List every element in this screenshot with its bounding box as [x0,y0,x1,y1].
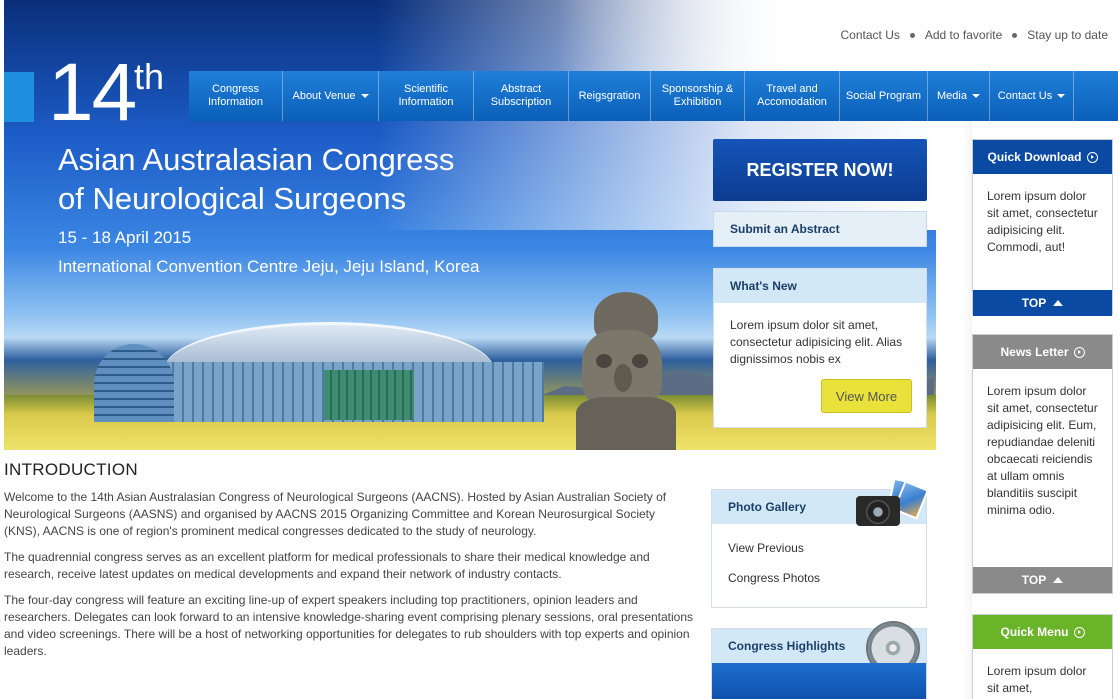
edition-suffix: th [134,56,165,97]
add-to-favorite-link[interactable]: Add to favorite [925,28,1002,42]
highlights-video-thumbnail[interactable] [712,663,926,699]
quick-download-text: Lorem ipsum dolor sit amet, consectetur … [987,189,1098,254]
quick-download-top-button[interactable]: TOP [973,290,1112,316]
arrow-circle-icon [1086,151,1098,163]
congress-highlights-title: Congress Highlights [712,621,926,675]
whats-new-panel: What's New Lorem ipsum dolor sit amet, c… [713,268,927,428]
quick-download-header[interactable]: Quick Download [973,140,1112,174]
nav-sponsorship-exhibition[interactable]: Sponsorship & Exhibition [651,71,745,121]
separator-dot [909,32,915,38]
news-letter-top-button[interactable]: TOP [973,567,1112,593]
congress-date: 15 - 18 April 2015 [58,228,192,247]
camera-icon [854,477,930,528]
congress-photos-link[interactable]: Congress Photos [728,570,910,587]
edition-number: 14 [48,47,137,138]
dol-hareubang-statue-image [576,292,676,450]
register-now-button[interactable]: REGISTER NOW! [713,139,927,201]
top-links: Contact Us Add to favorite Stay up to da… [841,28,1108,42]
chevron-down-icon [1057,94,1066,98]
congress-venue: International Convention Centre Jeju, Je… [58,257,480,276]
nav-travel-accomodation[interactable]: Travel and Accomodation [745,71,840,121]
chevron-up-icon [1053,300,1064,306]
nav-scientific-information[interactable]: Scientific Information [379,71,474,121]
nav-about-venue[interactable]: About Venue [283,71,379,121]
arrow-circle-icon [1073,346,1085,358]
view-previous-link[interactable]: View Previous [728,540,910,557]
contact-us-link[interactable]: Contact Us [841,28,900,42]
nav-media[interactable]: Media [928,71,990,121]
view-more-button[interactable]: View More [821,379,912,413]
quick-menu-box: Quick Menu Lorem ipsum dolor sit amet, [972,614,1113,699]
stay-up-to-date-link[interactable]: Stay up to date [1027,28,1108,42]
whats-new-title: What's New [714,269,926,303]
intro-paragraph: Welcome to the 14th Asian Australasian C… [4,490,667,538]
congress-highlights-panel: Congress Highlights [711,621,927,699]
nav-social-program[interactable]: Social Program [840,71,928,121]
introduction-text: Welcome to the 14th Asian Australasian C… [4,489,694,669]
sidebar-shade [962,120,972,699]
photo-gallery-panel: Photo Gallery View Previous Congress Pho… [711,477,930,608]
news-letter-box: News Letter Lorem ipsum dolor sit amet, … [972,334,1113,594]
photo-gallery-title: Photo Gallery [712,477,930,526]
intro-paragraph: The quadrennial congress serves as an ex… [4,550,650,581]
separator-dot [1012,32,1018,38]
arrow-circle-icon [1073,626,1085,638]
chevron-up-icon [1053,577,1064,583]
quick-menu-text: Lorem ipsum dolor sit amet, [987,664,1087,695]
accent-bar [4,72,34,122]
nav-contact-us[interactable]: Contact Us [990,71,1074,121]
main-nav: Congress Information About Venue Scientif… [189,71,1118,121]
chevron-down-icon [971,94,980,98]
whats-new-text: Lorem ipsum dolor sit amet, consectetur … [730,318,903,366]
introduction-heading: INTRODUCTION [4,460,138,479]
intro-paragraph: The four-day congress will feature an ex… [4,593,694,658]
nav-abstract-subscription[interactable]: Abstract Subscription [474,71,569,121]
congress-title: Asian Australasian Congress of Neurologi… [58,142,455,216]
convention-centre-image [94,322,544,422]
nav-registration[interactable]: Reigsgration [569,71,651,121]
quick-menu-header[interactable]: Quick Menu [973,615,1112,649]
news-letter-header[interactable]: News Letter [973,335,1112,369]
chevron-down-icon [360,94,369,98]
quick-download-box: Quick Download Lorem ipsum dolor sit ame… [972,139,1113,316]
news-letter-text: Lorem ipsum dolor sit amet, consectetur … [987,384,1098,517]
submit-abstract-button[interactable]: Submit an Abstract [713,211,927,247]
nav-congress-information[interactable]: Congress Information [189,71,283,121]
